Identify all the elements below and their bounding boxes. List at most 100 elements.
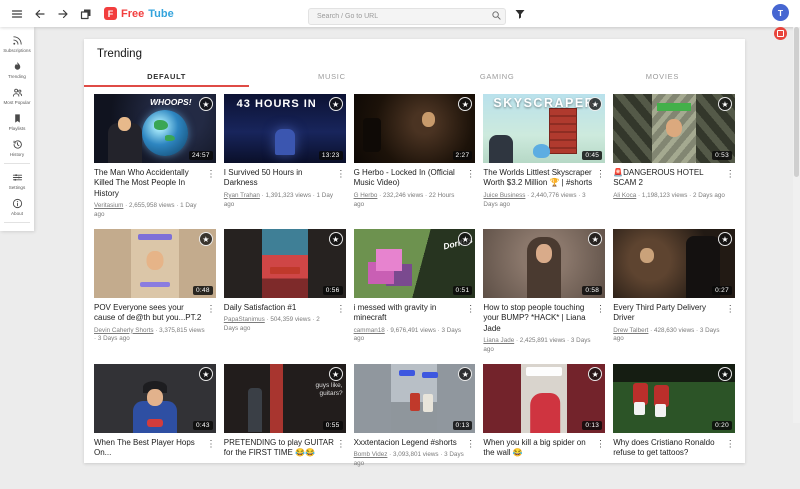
video-menu-button[interactable]: ⋮ [465,438,475,469]
save-star-button[interactable]: ★ [199,367,213,381]
filter-funnel-icon[interactable] [514,7,527,20]
video-title[interactable]: The Worlds Littlest Skyscraper Worth $3.… [483,168,595,189]
channel-link[interactable]: Veritasium [94,202,123,209]
tab-music[interactable]: MUSIC [249,66,414,87]
video-menu-button[interactable]: ⋮ [206,438,216,462]
tab-gaming[interactable]: GAMING [415,66,580,87]
profile-indicator-badge[interactable] [774,27,787,40]
save-star-button[interactable]: ★ [718,232,732,246]
video-thumbnail[interactable]: SKYSCRAPER ★ 0:45 [483,94,605,163]
forward-arrow-icon[interactable] [56,7,69,20]
tab-movies[interactable]: MOVIES [580,66,745,87]
video-title[interactable]: The Man Who Accidentally Killed The Most… [94,168,206,199]
video-thumbnail[interactable]: ★ 0:48 [94,229,216,298]
video-thumbnail[interactable]: ★ 0:53 [613,94,735,163]
video-menu-button[interactable]: ⋮ [206,303,216,344]
video-title[interactable]: G Herbo - Locked In (Official Music Vide… [354,168,466,189]
channel-link[interactable]: Drew Talbert [613,327,648,334]
sidebar-item-settings[interactable]: Settings [0,167,34,193]
video-title[interactable]: Xxxtentacion Legend #shorts [354,438,466,448]
video-menu-button[interactable]: ⋮ [465,303,475,344]
save-star-button[interactable]: ★ [199,97,213,111]
video-menu-button[interactable]: ⋮ [725,438,735,462]
sidebar-item-about[interactable]: About [0,193,34,219]
channel-link[interactable]: Devin Caherly Shorts [94,327,154,334]
new-window-icon[interactable] [79,7,92,20]
save-star-button[interactable]: ★ [588,232,602,246]
video-title[interactable]: POV Everyone sees your cause of de@th bu… [94,303,206,324]
video-menu-button[interactable]: ⋮ [336,168,346,209]
video-title[interactable]: PRETENDING to play GUITAR for the FIRST … [224,438,336,459]
video-menu-button[interactable]: ⋮ [465,168,475,209]
video-info: The Worlds Littlest Skyscraper Worth $3.… [483,168,605,209]
video-title[interactable]: How to stop people touching your BUMP? *… [483,303,595,334]
search-input[interactable] [308,8,506,25]
sidebar-item-trending[interactable]: Trending [0,56,34,82]
profile-avatar[interactable]: T [772,4,789,21]
channel-link[interactable]: G Herbo [354,192,378,199]
save-star-button[interactable]: ★ [329,97,343,111]
scrollbar[interactable] [793,27,800,423]
hamburger-menu-icon[interactable] [10,7,23,20]
video-thumbnail[interactable]: ★ 0:13 [483,364,605,433]
save-star-button[interactable]: ★ [718,97,732,111]
save-star-button[interactable]: ★ [588,367,602,381]
video-title[interactable]: I Survived 50 Hours in Darkness [224,168,336,189]
video-thumbnail[interactable]: ★ 0:43 [94,364,216,433]
logo-text-free: Free [121,8,144,20]
save-star-button[interactable]: ★ [329,367,343,381]
video-menu-button[interactable]: ⋮ [595,438,605,462]
channel-link[interactable]: PapaStanimus [224,316,265,323]
save-star-button[interactable]: ★ [718,367,732,381]
channel-link[interactable]: Ali Koca [613,192,636,199]
sidebar-item-history[interactable]: History [0,134,34,160]
scrollbar-thumb[interactable] [794,27,799,177]
thumbnail-art [533,144,550,158]
video-thumbnail[interactable]: WHOOPS! ★ 24:57 [94,94,216,163]
video-title[interactable]: When you kill a big spider on the wall 😂 [483,438,595,459]
video-thumbnail[interactable]: 43 HOURS IN ★ 13:23 [224,94,346,163]
video-title[interactable]: Daily Satisfaction #1 [224,303,336,313]
save-star-button[interactable]: ★ [329,232,343,246]
video-thumbnail[interactable]: guys like, guitars? ★ 0:55 [224,364,346,433]
video-thumbnail[interactable]: ★ 0:58 [483,229,605,298]
thumbnail-art [270,267,300,274]
video-title[interactable]: Why does Cristiano Ronaldo refuse to get… [613,438,725,459]
video-title[interactable]: When The Best Player Hops On... [94,438,206,459]
video-menu-button[interactable]: ⋮ [336,438,346,462]
search-icon[interactable] [491,8,502,19]
channel-link[interactable]: Bomb Videz [354,451,388,458]
sidebar-item-playlists[interactable]: Playlists [0,108,34,134]
channel-link[interactable]: Ryan Trahan [224,192,260,199]
save-star-button[interactable]: ★ [458,367,472,381]
video-thumbnail[interactable]: ★ 0:27 [613,229,735,298]
back-arrow-icon[interactable] [33,7,46,20]
video-info: Daily Satisfaction #1 PapaStanimus · 504… [224,303,346,334]
video-thumbnail[interactable]: ★ 0:20 [613,364,735,433]
video-title[interactable]: Every Third Party Delivery Driver [613,303,725,324]
thumbnail-art [634,402,645,415]
sidebar-item-subscriptions[interactable]: Subscriptions [0,30,34,56]
video-title[interactable]: i messed with gravity in minecraft [354,303,466,324]
video-thumbnail[interactable]: Doritos ★ 0:51 [354,229,476,298]
video-menu-button[interactable]: ⋮ [595,168,605,209]
video-thumbnail[interactable]: ★ 2:27 [354,94,476,163]
sliders-icon [11,171,23,183]
video-menu-button[interactable]: ⋮ [336,303,346,334]
video-card: ★ 0:13 When you kill a big spider on the… [483,364,605,469]
sidebar-item-most-popular[interactable]: Most Popular [0,82,34,108]
video-menu-button[interactable]: ⋮ [725,303,735,344]
freetube-logo[interactable]: F FreeTube [104,7,174,20]
tab-default[interactable]: DEFAULT [84,66,249,87]
save-star-button[interactable]: ★ [458,97,472,111]
video-menu-button[interactable]: ⋮ [725,168,735,201]
channel-link[interactable]: Liana Jade [483,337,514,344]
video-menu-button[interactable]: ⋮ [595,303,605,355]
video-thumbnail[interactable]: ★ 0:13 [354,364,476,433]
video-menu-button[interactable]: ⋮ [206,168,216,220]
channel-link[interactable]: camman18 [354,327,385,334]
save-star-button[interactable]: ★ [199,232,213,246]
video-title[interactable]: 🚨DANGEROUS HOTEL SCAM 2 [613,168,725,189]
video-thumbnail[interactable]: ★ 0:56 [224,229,346,298]
channel-link[interactable]: Juice Business [483,192,525,199]
